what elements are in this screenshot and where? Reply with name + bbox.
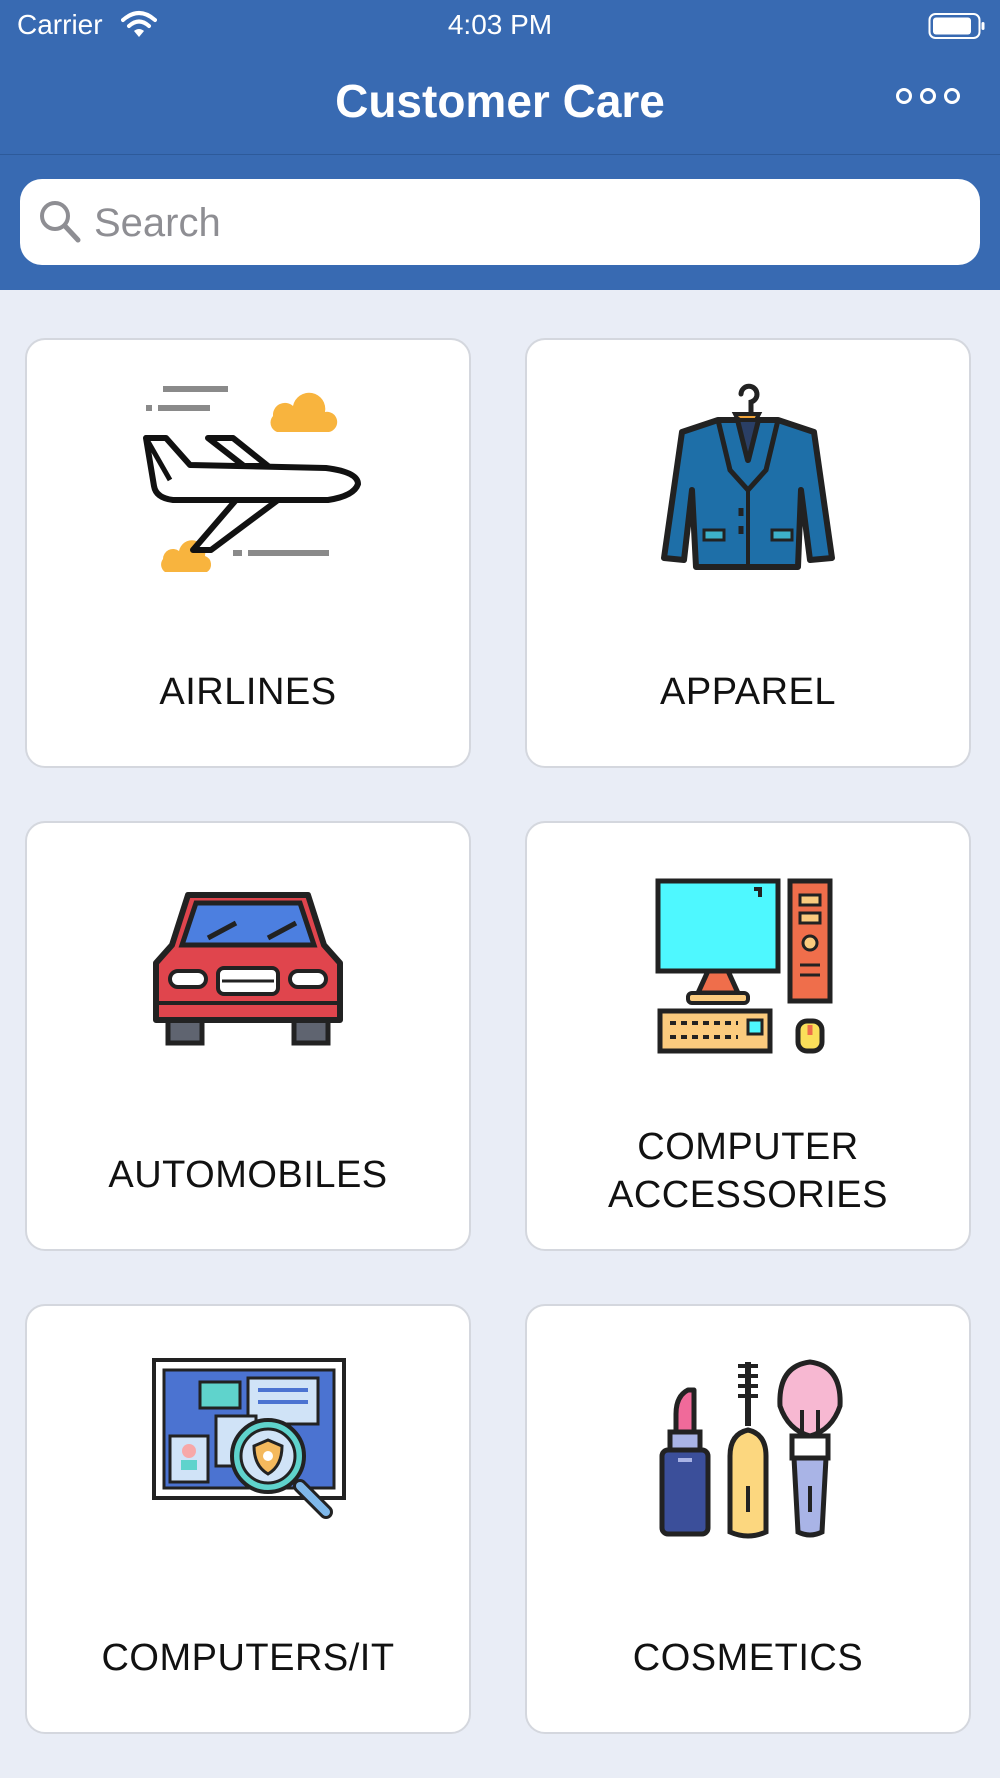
car-icon bbox=[27, 853, 469, 1103]
ellipsis-circles-icon bbox=[944, 88, 960, 104]
search-input[interactable] bbox=[92, 193, 956, 253]
search-bar[interactable] bbox=[20, 179, 980, 265]
jacket-icon bbox=[527, 370, 969, 620]
category-tile-computer-accessories[interactable]: COMPUTER ACCESSORIES bbox=[525, 821, 971, 1251]
category-label: APPAREL bbox=[660, 671, 836, 713]
airplane-icon bbox=[27, 370, 469, 620]
search-icon bbox=[38, 199, 82, 250]
ellipsis-circles-icon bbox=[896, 88, 912, 104]
category-tile-automobiles[interactable]: AUTOMOBILES bbox=[25, 821, 471, 1251]
category-label: AUTOMOBILES bbox=[108, 1154, 388, 1196]
screen-magnifier-icon bbox=[27, 1336, 469, 1586]
category-label: COSMETICS bbox=[632, 1637, 864, 1679]
ellipsis-circles-icon bbox=[920, 88, 936, 104]
category-tile-computers-it[interactable]: COMPUTERS/IT bbox=[25, 1304, 471, 1734]
status-time: 4:03 PM bbox=[447, 9, 553, 40]
category-tile-apparel[interactable]: APPAREL bbox=[525, 338, 971, 768]
status-bar: Carrier 4:03 PM bbox=[0, 0, 1000, 50]
more-options-button[interactable] bbox=[896, 88, 960, 104]
category-label: AIRLINES bbox=[159, 671, 337, 713]
category-tile-airlines[interactable]: AIRLINES bbox=[25, 338, 471, 768]
nav-divider bbox=[0, 154, 1000, 155]
desktop-computer-icon bbox=[527, 853, 969, 1103]
makeup-icon bbox=[527, 1336, 969, 1586]
category-tile-cosmetics[interactable]: COSMETICS bbox=[525, 1304, 971, 1734]
category-label: COMPUTERS/IT bbox=[101, 1637, 395, 1679]
page-title: Customer Care bbox=[335, 75, 665, 127]
header: Carrier 4:03 PM Customer Care bbox=[0, 0, 1000, 290]
battery-icon bbox=[928, 12, 986, 47]
category-label: ACCESSORIES bbox=[607, 1174, 889, 1216]
category-label: COMPUTER bbox=[637, 1126, 859, 1168]
